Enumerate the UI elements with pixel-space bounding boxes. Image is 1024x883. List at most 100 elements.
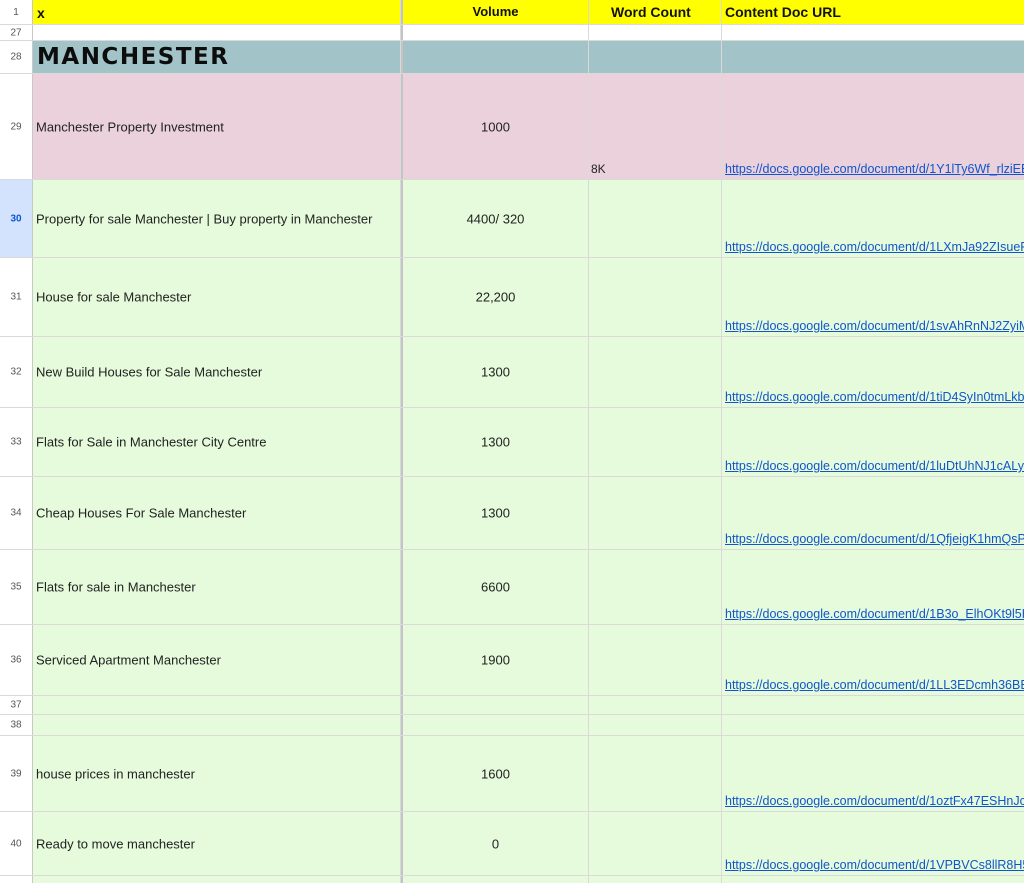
content-doc-link[interactable]: https://docs.google.com/document/d/1Y1lT… bbox=[725, 162, 1024, 176]
content-doc-link[interactable]: https://docs.google.com/document/d/1svAh… bbox=[725, 319, 1024, 333]
row-number[interactable]: 37 bbox=[0, 696, 33, 714]
content-doc-url-cell[interactable]: https://docs.google.com/document/d/1svAh… bbox=[722, 258, 1024, 336]
word-count-cell[interactable] bbox=[589, 550, 722, 624]
volume-cell[interactable]: 1600 bbox=[403, 736, 589, 811]
keyword-cell[interactable]: Ready to move manchester bbox=[33, 812, 401, 875]
keyword-cell[interactable]: house prices in manchester bbox=[33, 736, 401, 811]
keyword-cell[interactable]: Flats for sale in Manchester bbox=[33, 550, 401, 624]
content-doc-url-cell[interactable]: https://docs.google.com/document/d/1tiD4… bbox=[722, 337, 1024, 407]
volume-cell[interactable]: 4400/ 320 bbox=[403, 180, 589, 257]
content-doc-url-cell[interactable]: https://docs.google.com/document/d/1LXmJ… bbox=[722, 180, 1024, 257]
volume-cell[interactable] bbox=[403, 876, 589, 883]
table-row: 36 Serviced Apartment Manchester 1900 https… bbox=[0, 625, 1024, 696]
header-label-volume: Volume bbox=[472, 4, 519, 19]
volume-cell[interactable]: 0 bbox=[403, 812, 589, 875]
word-count-text: 8K bbox=[591, 162, 606, 176]
volume-cell[interactable]: 1000 bbox=[403, 74, 589, 179]
header-cell-word-count[interactable]: Word Count bbox=[589, 0, 722, 24]
content-doc-url-cell[interactable] bbox=[722, 25, 1024, 40]
volume-cell[interactable]: 1300 bbox=[403, 337, 589, 407]
content-doc-url-cell[interactable]: https://docs.google.com/document/d/1LL3E… bbox=[722, 625, 1024, 695]
keyword-cell[interactable]: Flats for Sale in Manchester City Centre bbox=[33, 408, 401, 476]
content-doc-link[interactable]: https://docs.google.com/document/d/1VPBV… bbox=[725, 858, 1024, 872]
keyword-cell[interactable] bbox=[33, 876, 401, 883]
row-number[interactable]: 36 bbox=[0, 625, 33, 695]
keyword-cell[interactable] bbox=[33, 715, 401, 735]
volume-cell[interactable]: 22,200 bbox=[403, 258, 589, 336]
content-doc-url-cell[interactable] bbox=[722, 876, 1024, 883]
volume-text: 0 bbox=[491, 836, 500, 851]
content-doc-link[interactable]: https://docs.google.com/document/d/1luDt… bbox=[725, 459, 1024, 473]
table-row: 33 Flats for Sale in Manchester City Cent… bbox=[0, 408, 1024, 477]
row-number[interactable]: 28 bbox=[0, 41, 33, 73]
word-count-cell[interactable] bbox=[589, 715, 722, 735]
content-doc-link[interactable]: https://docs.google.com/document/d/1LL3E… bbox=[725, 678, 1024, 692]
row-number[interactable]: 30 bbox=[0, 180, 33, 257]
keyword-cell[interactable]: Serviced Apartment Manchester bbox=[33, 625, 401, 695]
volume-cell[interactable]: 1300 bbox=[403, 477, 589, 549]
content-doc-link[interactable]: https://docs.google.com/document/d/1tiD4… bbox=[725, 390, 1024, 404]
word-count-cell[interactable]: 8K bbox=[589, 74, 722, 179]
keyword-text: Property for sale Manchester | Buy prope… bbox=[36, 211, 373, 226]
keyword-text: Manchester Property Investment bbox=[36, 119, 224, 134]
row-number[interactable]: 39 bbox=[0, 736, 33, 811]
volume-cell[interactable] bbox=[403, 715, 589, 735]
row-number[interactable]: 27 bbox=[0, 25, 33, 40]
content-doc-link[interactable]: https://docs.google.com/document/d/1oztF… bbox=[725, 794, 1024, 808]
row-number[interactable]: 35 bbox=[0, 550, 33, 624]
volume-cell[interactable]: 1900 bbox=[403, 625, 589, 695]
keyword-cell[interactable]: New Build Houses for Sale Manchester bbox=[33, 337, 401, 407]
header-cell-a[interactable]: x bbox=[33, 0, 401, 24]
keyword-cell[interactable] bbox=[33, 25, 401, 40]
volume-cell[interactable] bbox=[403, 25, 589, 40]
word-count-cell[interactable] bbox=[589, 41, 722, 73]
keyword-cell[interactable]: House for sale Manchester bbox=[33, 258, 401, 336]
word-count-cell[interactable] bbox=[589, 696, 722, 714]
content-doc-url-cell[interactable]: https://docs.google.com/document/d/1Qfje… bbox=[722, 477, 1024, 549]
word-count-cell[interactable] bbox=[589, 25, 722, 40]
word-count-cell[interactable] bbox=[589, 625, 722, 695]
volume-cell[interactable]: 1300 bbox=[403, 408, 589, 476]
row-number[interactable]: 38 bbox=[0, 715, 33, 735]
word-count-cell[interactable] bbox=[589, 258, 722, 336]
volume-cell[interactable] bbox=[403, 41, 589, 73]
content-doc-url-cell[interactable]: https://docs.google.com/document/d/1luDt… bbox=[722, 408, 1024, 476]
word-count-cell[interactable] bbox=[589, 477, 722, 549]
content-doc-link[interactable]: https://docs.google.com/document/d/1B3o_… bbox=[725, 607, 1024, 621]
row-number[interactable]: 31 bbox=[0, 258, 33, 336]
row-number[interactable]: 32 bbox=[0, 337, 33, 407]
volume-cell[interactable]: 6600 bbox=[403, 550, 589, 624]
section-title-cell[interactable]: MANCHESTER bbox=[33, 41, 401, 73]
header-cell-volume[interactable]: Volume bbox=[403, 0, 589, 24]
content-doc-url-cell[interactable]: https://docs.google.com/document/d/1oztF… bbox=[722, 736, 1024, 811]
row-number-label: 32 bbox=[10, 366, 22, 378]
row-number[interactable]: 40 bbox=[0, 812, 33, 875]
row-number[interactable]: 33 bbox=[0, 408, 33, 476]
keyword-cell[interactable]: Property for sale Manchester | Buy prope… bbox=[33, 180, 401, 257]
content-doc-link[interactable]: https://docs.google.com/document/d/1Qfje… bbox=[725, 532, 1024, 546]
volume-cell[interactable] bbox=[403, 696, 589, 714]
content-doc-url-cell[interactable]: https://docs.google.com/document/d/1VPBV… bbox=[722, 812, 1024, 875]
content-doc-url-cell[interactable]: https://docs.google.com/document/d/1B3o_… bbox=[722, 550, 1024, 624]
keyword-text: New Build Houses for Sale Manchester bbox=[36, 364, 263, 380]
row-number[interactable]: 34 bbox=[0, 477, 33, 549]
table-row: 37 bbox=[0, 696, 1024, 715]
content-doc-url-cell[interactable] bbox=[722, 696, 1024, 714]
keyword-cell[interactable]: Manchester Property Investment bbox=[33, 74, 401, 179]
content-doc-link[interactable]: https://docs.google.com/document/d/1LXmJ… bbox=[725, 240, 1024, 254]
row-number[interactable] bbox=[0, 876, 33, 883]
keyword-cell[interactable]: Cheap Houses For Sale Manchester bbox=[33, 477, 401, 549]
keyword-cell[interactable] bbox=[33, 696, 401, 714]
word-count-cell[interactable] bbox=[589, 876, 722, 883]
word-count-cell[interactable] bbox=[589, 736, 722, 811]
row-number[interactable]: 29 bbox=[0, 74, 33, 179]
word-count-cell[interactable] bbox=[589, 812, 722, 875]
content-doc-url-cell[interactable]: https://docs.google.com/document/d/1Y1lT… bbox=[722, 74, 1024, 179]
word-count-cell[interactable] bbox=[589, 180, 722, 257]
content-doc-url-cell[interactable] bbox=[722, 715, 1024, 735]
word-count-cell[interactable] bbox=[589, 408, 722, 476]
row-number[interactable]: 1 bbox=[0, 0, 33, 24]
word-count-cell[interactable] bbox=[589, 337, 722, 407]
content-doc-url-cell[interactable] bbox=[722, 41, 1024, 73]
header-cell-content-doc-url[interactable]: Content Doc URL bbox=[722, 0, 1024, 24]
